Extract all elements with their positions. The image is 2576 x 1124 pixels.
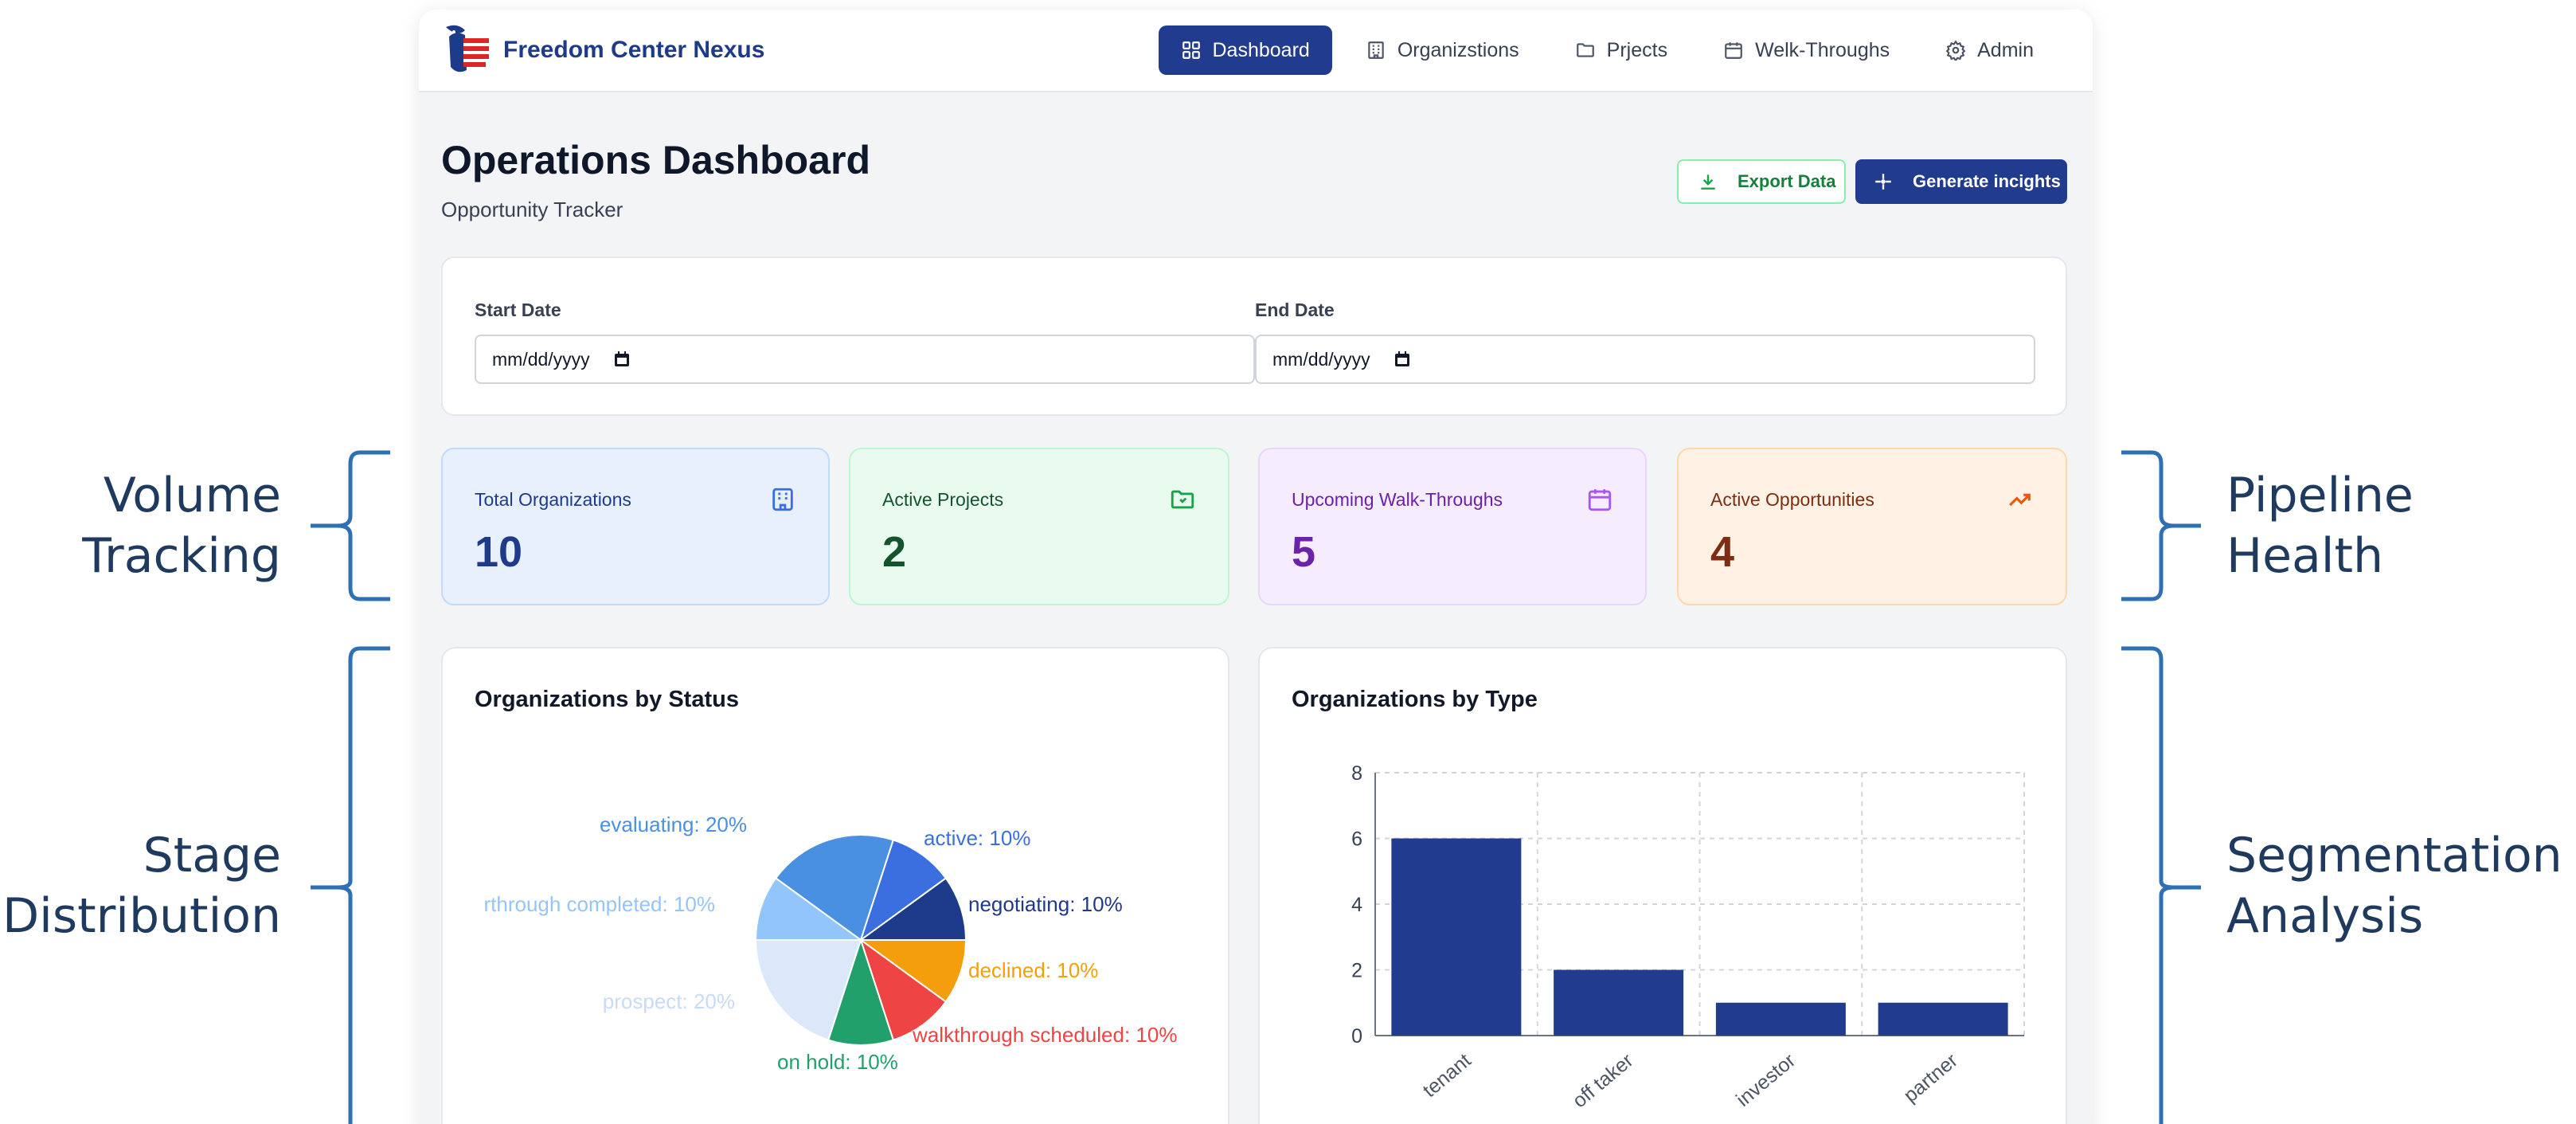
y-tick-label: 2 xyxy=(1351,960,1362,982)
bracket-segmentation-analysis xyxy=(2121,646,2201,1124)
bracket-pipeline-health xyxy=(2121,450,2201,601)
calendar-picker-icon[interactable] xyxy=(612,350,631,369)
y-tick-label: 6 xyxy=(1351,828,1362,851)
calendar-picker-icon[interactable] xyxy=(1393,350,1412,369)
start-date-placeholder: mm/dd/yyyy xyxy=(492,348,590,370)
pie-slice-label: active: 10% xyxy=(924,826,1030,850)
stat-label: Active Projects xyxy=(882,489,1004,510)
annotation-pipeline-health: Pipeline Health xyxy=(2226,468,2414,584)
nav-projects-label: Prjects xyxy=(1606,38,1668,61)
annotation-volume-tracking: Volume Tracking xyxy=(82,468,281,584)
stat-card-total-organizations: Total Organizations 10 xyxy=(441,448,830,605)
start-date-input[interactable]: mm/dd/yyyy xyxy=(475,335,1255,384)
bracket-stage-distribution xyxy=(311,646,390,1124)
pie-slice-label: prospect: 20% xyxy=(603,989,735,1013)
stat-card-upcoming-walkthroughs: Upcoming Walk-Throughs 5 xyxy=(1258,448,1647,605)
type-bar-chart: 0 2 4 6 8 tenant off taker investor partner xyxy=(1351,762,2025,1112)
nav-dashboard[interactable]: Dashboard xyxy=(1158,25,1332,75)
pie-slice-label: evaluating: 20% xyxy=(600,813,747,836)
x-tick-label: partner xyxy=(1899,1049,1962,1106)
nav-walkthroughs-label: Welk-Throughs xyxy=(1755,38,1890,61)
x-tick-label: investor xyxy=(1732,1049,1800,1111)
annotation-stage-distribution: Stage Distribution xyxy=(2,828,281,944)
nav-projects[interactable]: Prjects xyxy=(1553,25,1690,75)
stat-label: Active Opportunities xyxy=(1710,489,1874,510)
generate-insights-label: Generate incights xyxy=(1913,171,2061,191)
stat-card-active-projects: Active Projects 2 xyxy=(849,448,1229,605)
bar[interactable] xyxy=(1878,1002,2008,1036)
building-icon xyxy=(1368,41,1384,59)
building-icon xyxy=(772,488,793,511)
nav-admin-label: Admin xyxy=(1977,38,2034,61)
pie-slice-label: declined: 10% xyxy=(968,958,1098,982)
folder-icon xyxy=(1576,43,1594,57)
bracket-volume-tracking xyxy=(311,450,390,601)
calendar-icon xyxy=(1588,489,1612,511)
folder-icon xyxy=(1171,490,1194,509)
bar[interactable] xyxy=(1715,1002,1846,1036)
y-tick-label: 4 xyxy=(1351,894,1362,916)
end-date-input[interactable]: mm/dd/yyyy xyxy=(1255,335,2035,384)
main-nav: Dashboard Organizstions Prjects Welk-Thr… xyxy=(1147,25,2057,75)
date-filter-card: Start Date mm/dd/yyyy End Date mm/dd/yyy… xyxy=(441,257,2067,416)
calendar-icon xyxy=(1725,42,1742,59)
type-chart-card: Organizations by Type 0 2 4 6 8 tenant off tak… xyxy=(1258,647,2067,1124)
start-date-label: Start Date xyxy=(475,300,561,320)
status-pie-chart: evaluating: 20% active: 10% negotiating: 1… xyxy=(483,813,1177,1074)
y-tick-label: 8 xyxy=(1351,762,1362,785)
generate-insights-button[interactable]: Generate incights xyxy=(1855,159,2067,204)
page-title: Operations Dashboard xyxy=(441,138,870,182)
export-data-button[interactable]: Export Data xyxy=(1677,159,1846,204)
dashboard-icon xyxy=(1182,41,1200,59)
stat-value: 5 xyxy=(1292,528,1316,576)
nav-organizations[interactable]: Organizstions xyxy=(1343,25,1542,75)
brand-name: Freedom Center Nexus xyxy=(503,37,765,63)
stat-value: 10 xyxy=(475,528,523,576)
stat-value: 2 xyxy=(882,528,907,576)
status-chart-card: Organizations by Status evaluating: 20% a… xyxy=(441,647,1229,1124)
bar[interactable] xyxy=(1391,838,1522,1036)
trending-up-icon xyxy=(2009,493,2031,507)
top-navbar: Freedom Center Nexus Dashboard Organizst… xyxy=(419,10,2093,92)
y-tick-label: 0 xyxy=(1351,1025,1362,1048)
nav-organizations-label: Organizstions xyxy=(1397,38,1519,61)
stat-label: Total Organizations xyxy=(475,489,631,510)
stat-label: Upcoming Walk-Throughs xyxy=(1292,489,1503,510)
page-subtitle: Opportunity Tracker xyxy=(441,198,623,221)
pie-slice-label: rthrough completed: 10% xyxy=(483,892,715,916)
sparkle-icon xyxy=(1875,174,1891,190)
bar[interactable] xyxy=(1554,969,1684,1036)
export-data-label: Export Data xyxy=(1738,171,1836,191)
download-icon xyxy=(1701,174,1715,190)
annotation-segmentation-analysis: Segmentation Analysis xyxy=(2226,828,2562,944)
x-tick-label: off taker xyxy=(1569,1049,1638,1112)
nav-walkthroughs[interactable]: Welk-Throughs xyxy=(1701,25,1912,75)
app-window: Freedom Center Nexus Dashboard Organizst… xyxy=(419,10,2093,1124)
end-date-label: End Date xyxy=(1255,300,1335,320)
pie-slice-label: walkthrough scheduled: 10% xyxy=(912,1023,1177,1047)
nav-admin[interactable]: Admin xyxy=(1923,25,2056,75)
pie-slice-label: on hold: 10% xyxy=(777,1050,898,1074)
stat-value: 4 xyxy=(1710,528,1735,576)
eagle-flag-logo-icon xyxy=(446,25,489,72)
nav-dashboard-label: Dashboard xyxy=(1212,38,1310,61)
brand[interactable]: Freedom Center Nexus xyxy=(441,22,764,78)
gear-icon xyxy=(1945,40,1966,61)
stat-card-active-opportunities: Active Opportunities 4 xyxy=(1677,448,2067,605)
end-date-placeholder: mm/dd/yyyy xyxy=(1272,348,1370,370)
x-tick-label: tenant xyxy=(1418,1049,1475,1102)
pie-slice-label: negotiating: 10% xyxy=(968,892,1123,916)
